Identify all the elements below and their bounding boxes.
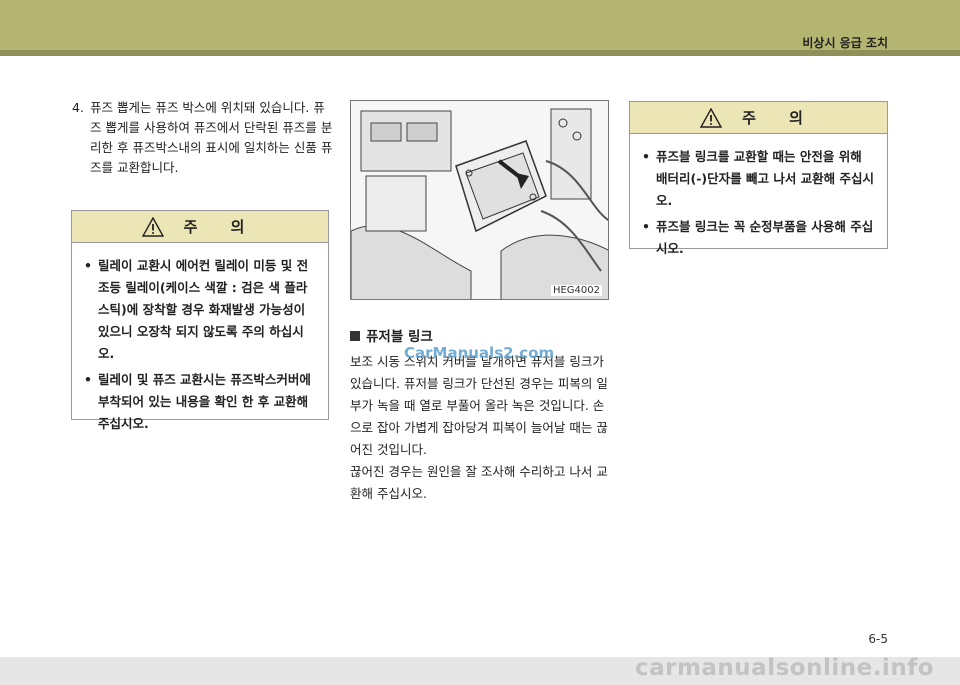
caution-item: 퓨즈블 링크를 교환할 때는 안전을 위해 배터리(-)단자를 빼고 나서 교환…	[642, 146, 877, 212]
fusible-link-heading: 퓨저블 링크	[350, 325, 433, 345]
caution-title: 주 의	[742, 109, 817, 127]
step-number: 4.	[72, 100, 84, 115]
caution-header: 주 의	[72, 211, 328, 243]
caution-box-relay: 주 의 릴레이 교환시 에어컨 릴레이 미등 및 전조등 릴레이(케이스 색깔 …	[71, 210, 329, 431]
caution-item: 릴레이 교환시 에어컨 릴레이 미등 및 전조등 릴레이(케이스 색깔 : 검은…	[84, 255, 318, 365]
fusible-link-body: 보조 시동 스위치 커버를 날개하면 퓨저블 링크가 있습니다. 퓨저블 링크가…	[350, 351, 614, 505]
watermark-link[interactable]: CarManuals2.com	[404, 344, 554, 362]
footer-watermark-band: carmanualsonline.info	[0, 655, 960, 685]
caution-title: 주 의	[183, 218, 259, 236]
paragraph: 보조 시동 스위치 커버를 날개하면 퓨저블 링크가 있습니다. 퓨저블 링크가…	[350, 354, 608, 457]
fuse-box-drawing	[351, 101, 608, 299]
warning-triangle-icon	[141, 216, 164, 237]
caution-box-fusible-link: 주 의 퓨즈블 링크를 교환할 때는 안전을 위해 배터리(-)단자를 빼고 나…	[629, 101, 888, 256]
step-text: 퓨즈 뽑게는 퓨즈 박스에 위치돼 있습니다. 퓨즈 뽑게를 사용하여 퓨즈에서…	[90, 100, 333, 175]
fuse-box-illustration: HEG4002	[350, 100, 609, 300]
paragraph: 끊어진 경우는 원인을 잘 조사해 수리하고 나서 교환해 주십시오.	[350, 464, 608, 501]
caution-item: 퓨즈블 링크는 꼭 순정부품을 사용해 주십시오.	[642, 216, 877, 260]
caution-list: 퓨즈블 링크를 교환할 때는 안전을 위해 배터리(-)단자를 빼고 나서 교환…	[630, 134, 887, 272]
page-number: 6-5	[868, 632, 888, 646]
figure-code: HEG4002	[550, 285, 602, 296]
square-bullet-icon	[350, 331, 360, 341]
footer-watermark-link[interactable]: carmanualsonline.info	[635, 655, 934, 681]
section-title: 비상시 응급 조치	[802, 36, 888, 50]
warning-triangle-icon	[700, 107, 723, 128]
fusible-link-title: 퓨저블 링크	[366, 329, 433, 345]
caution-item: 릴레이 및 퓨즈 교환시는 퓨즈박스커버에 부착되어 있는 내용을 확인 한 후…	[84, 369, 318, 435]
caution-list: 릴레이 교환시 에어컨 릴레이 미등 및 전조등 릴레이(케이스 색깔 : 검은…	[72, 243, 328, 447]
caution-header: 주 의	[630, 102, 887, 134]
step-4: 4. 퓨즈 뽑게는 퓨즈 박스에 위치돼 있습니다. 퓨즈 뽑게를 사용하여 퓨…	[72, 98, 334, 178]
